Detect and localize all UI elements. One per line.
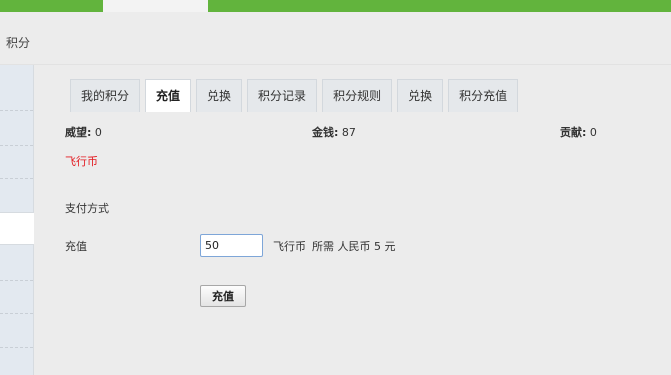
sidebar-divider	[0, 313, 33, 314]
sidebar	[0, 65, 34, 375]
sidebar-item-active[interactable]	[0, 212, 34, 245]
stat-money-value: 87	[341, 126, 356, 139]
sidebar-divider	[0, 145, 33, 146]
sidebar-divider	[0, 178, 33, 179]
breadcrumb: 积分	[6, 36, 31, 50]
recharge-cost: 所需 人民币 5 元	[312, 240, 396, 253]
tab-credit-log[interactable]: 积分记录	[247, 79, 318, 112]
recharge-unit: 飞行币	[273, 240, 306, 253]
top-nav-active-tab[interactable]	[103, 0, 208, 12]
sidebar-divider	[0, 110, 33, 111]
payment-method-label: 支付方式	[65, 202, 109, 215]
stat-contribution: 贡献: 0	[560, 124, 597, 140]
recharge-label: 充值	[65, 240, 87, 253]
recharge-amount-input[interactable]	[200, 234, 263, 257]
breadcrumb-divider	[0, 64, 671, 65]
tab-credit-rules[interactable]: 积分规则	[322, 79, 393, 112]
stat-money-label: 金钱:	[312, 126, 339, 139]
tab-credit-recharge[interactable]: 积分充值	[448, 79, 519, 112]
stat-prestige-label: 威望:	[65, 126, 92, 139]
tab-my-credits[interactable]: 我的积分	[70, 79, 141, 112]
recharge-submit-button[interactable]: 充值	[200, 285, 246, 307]
top-nav-bar	[0, 0, 671, 12]
stat-prestige: 威望: 0	[65, 124, 102, 140]
stat-contribution-value: 0	[589, 126, 597, 139]
sidebar-divider	[0, 347, 33, 348]
stat-money: 金钱: 87	[312, 124, 356, 140]
credit-tabs: 我的积分 充值 兑换 积分记录 积分规则 兑换 积分充值	[70, 79, 523, 112]
tab-exchange[interactable]: 兑换	[196, 79, 243, 112]
tab-recharge[interactable]: 充值	[145, 79, 192, 112]
currency-name: 飞行币	[65, 155, 98, 168]
tab-exchange-2[interactable]: 兑换	[397, 79, 444, 112]
stat-prestige-value: 0	[94, 126, 102, 139]
sidebar-divider	[0, 280, 33, 281]
stat-contribution-label: 贡献:	[560, 126, 587, 139]
recharge-cost-note: 飞行币 所需 人民币 5 元	[273, 238, 402, 254]
